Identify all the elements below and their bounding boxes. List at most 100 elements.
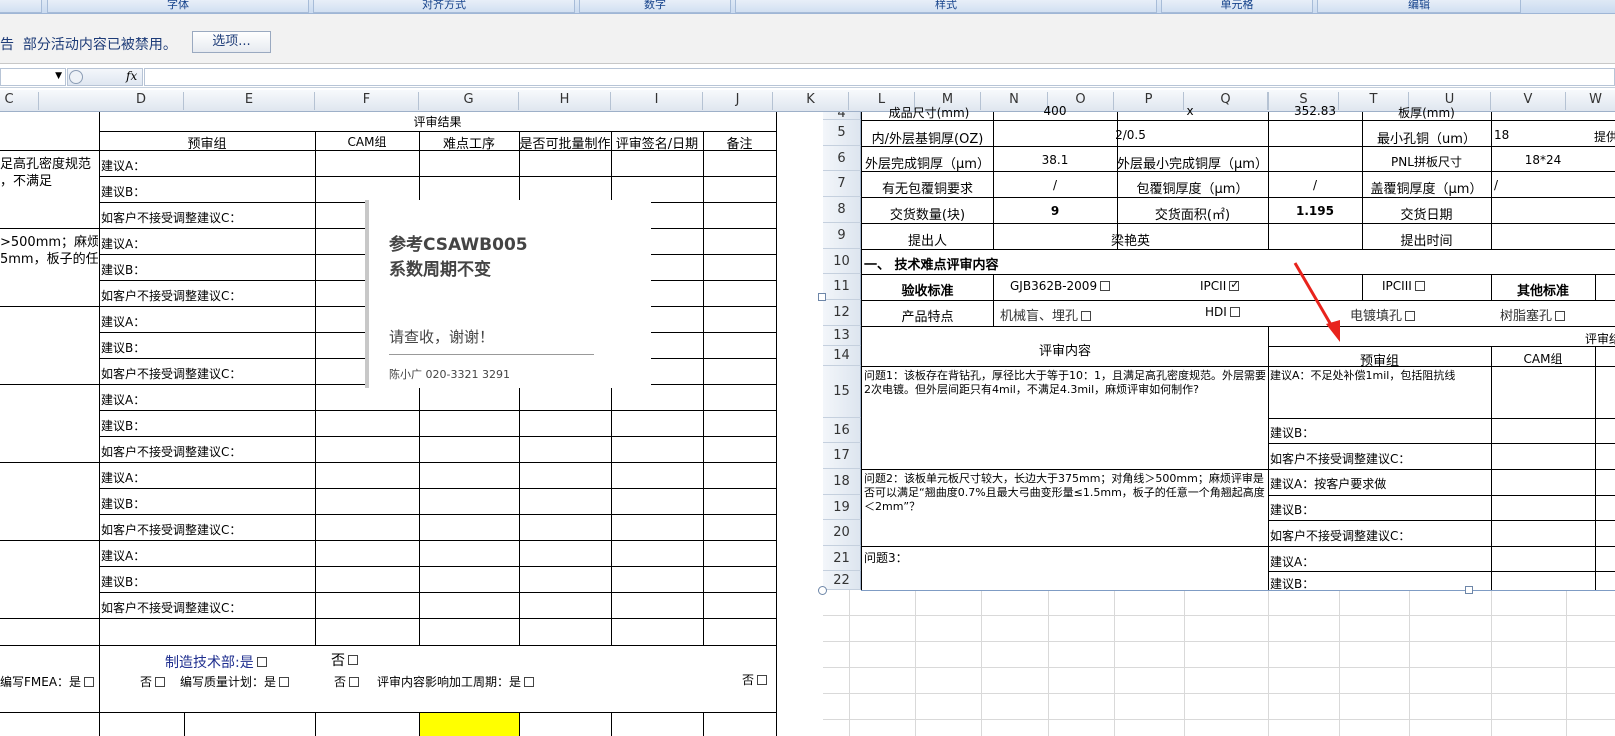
checkbox-ipcii[interactable] — [1229, 279, 1240, 291]
row-header[interactable]: 14 — [823, 346, 861, 366]
r12-opt1: 机械盲、埋孔 — [1000, 305, 1092, 324]
resize-handle[interactable] — [818, 586, 827, 595]
q1-suggestion-c: 如客户不接受调整建议C： — [1270, 452, 1411, 466]
options-button[interactable]: 选项... — [192, 31, 271, 53]
ribbon-group-font[interactable]: 字体 — [47, 0, 309, 13]
row-header[interactable]: 22 — [823, 571, 861, 590]
checkbox-gjb[interactable] — [1100, 280, 1111, 291]
checkbox-ipciii[interactable] — [1414, 280, 1425, 291]
r5-label2: 最小孔铜（um） — [1377, 132, 1476, 147]
fx-icon[interactable]: fx — [126, 69, 137, 83]
row-header[interactable]: 15 — [823, 366, 861, 418]
row-header[interactable]: 17 — [823, 443, 861, 469]
row-header[interactable]: 16 — [823, 418, 861, 443]
checkbox-qp-no[interactable] — [349, 676, 360, 687]
resize-handle[interactable] — [1465, 586, 1473, 594]
row-header[interactable]: 19 — [823, 495, 861, 520]
header-remarks: 备注 — [726, 137, 753, 152]
suggestion-c: 如客户不接受调整建议C： — [101, 601, 242, 615]
formula-controls: fx — [67, 68, 143, 86]
r7-label2: 包覆铜厚度（μm） — [1136, 182, 1249, 197]
q1-suggestion-b: 建议B： — [1270, 426, 1315, 440]
checkbox-via-fill[interactable] — [1405, 310, 1416, 321]
r8-label3: 交货日期 — [1400, 208, 1453, 223]
ribbon-group-cells[interactable]: 单元格 — [1161, 0, 1313, 13]
ribbon-group-alignment[interactable]: 对齐方式 — [313, 0, 575, 13]
col-header-i[interactable]: I — [611, 92, 703, 110]
chevron-down-icon[interactable]: ▼ — [55, 71, 62, 81]
checkbox-resin-plug[interactable] — [1555, 310, 1566, 321]
checkbox-mfg-no[interactable] — [348, 655, 358, 665]
row-header[interactable]: 4 — [823, 112, 861, 120]
ribbon-group-styles[interactable]: 样式 — [735, 0, 1157, 13]
re-no-label: 否 — [742, 671, 768, 688]
q3-suggestion-a: 建议A： — [1270, 555, 1315, 569]
row-header[interactable]: 20 — [823, 520, 861, 546]
checkbox-re-yes[interactable] — [524, 676, 535, 687]
row-header[interactable]: 11 — [823, 274, 861, 300]
r11-opt1: GJB362B-2009 — [1010, 279, 1111, 293]
ribbon-group-number[interactable]: 数字 — [579, 0, 731, 13]
resize-handle[interactable] — [818, 293, 826, 301]
red-arrow-icon — [1293, 262, 1340, 342]
checkbox-fmea-yes[interactable] — [84, 676, 95, 687]
formula-input[interactable] — [144, 68, 1615, 86]
note-line2: 系数周期不变 — [389, 260, 491, 280]
header-cam: CAM组 — [347, 135, 387, 149]
r6-label: 外层完成铜厚（μm） — [865, 157, 990, 172]
col-header-j[interactable]: J — [703, 92, 773, 110]
row-header[interactable]: 9 — [823, 223, 861, 249]
checkbox-fmea-no[interactable] — [155, 676, 166, 687]
row-header[interactable]: 6 — [823, 146, 861, 171]
formula-circle-icon[interactable] — [69, 70, 83, 84]
checkbox-blind-hole[interactable] — [1081, 310, 1092, 321]
col-header-f[interactable]: F — [315, 92, 419, 110]
row-header[interactable]: 18 — [823, 469, 861, 495]
col-header-k[interactable]: K — [773, 92, 849, 110]
col-header-d[interactable]: D — [99, 92, 184, 110]
checkbox-hdi[interactable] — [1229, 306, 1240, 317]
suggestion-b: 建议B： — [101, 575, 146, 589]
row-header[interactable]: 21 — [823, 546, 861, 571]
r6-label3: PNL拼板尺寸 — [1391, 155, 1462, 169]
checkbox-qp-yes[interactable] — [279, 676, 290, 687]
col-header-c[interactable]: C — [0, 92, 39, 110]
yellow-cell[interactable] — [420, 713, 519, 736]
ribbon-group-editing[interactable]: 编辑 — [1317, 0, 1521, 13]
r4-label2: 板厚(mm) — [1398, 106, 1455, 120]
row-header[interactable]: 10 — [823, 249, 861, 274]
name-box[interactable]: ▼ — [0, 68, 66, 86]
col-header-h[interactable]: H — [519, 92, 611, 110]
checkbox-re-no[interactable] — [757, 674, 768, 685]
r7-value: / — [1052, 178, 1058, 192]
header-pre-review: 预审组 — [187, 137, 227, 152]
col-header-g[interactable]: G — [419, 92, 519, 110]
col-header-w[interactable]: W — [1566, 92, 1615, 110]
suggestion-c: 如客户不接受调整建议C： — [101, 289, 242, 303]
r4-x: x — [1186, 104, 1194, 118]
col-header-e[interactable]: E — [184, 92, 315, 110]
col-header-v[interactable]: V — [1491, 92, 1566, 110]
row-header[interactable]: 13 — [823, 326, 861, 346]
note-line1: 参考CSAWB005 — [389, 235, 528, 255]
suggestion-b: 建议B： — [101, 341, 146, 355]
r6-label2: 外层最小完成铜厚（μm） — [1117, 157, 1268, 172]
note-divider — [389, 354, 594, 355]
r8-value: 9 — [1050, 204, 1060, 218]
r4-label: 成品尺寸(mm) — [888, 106, 970, 120]
suggestion-a: 建议A： — [101, 549, 146, 563]
r6-value3: 18*24 — [1524, 153, 1562, 167]
row-header[interactable]: 8 — [823, 197, 861, 223]
r5-label: 内/外层基铜厚(OZ) — [871, 132, 984, 147]
row-header[interactable]: 5 — [823, 120, 861, 146]
fmea-no-label: 否 — [140, 673, 166, 690]
comment-note[interactable]: 参考CSAWB005 系数周期不变 请查收，谢谢！ 陈小广 020-3321 3… — [365, 200, 651, 388]
row-header[interactable]: 7 — [823, 171, 861, 197]
checkbox-mfg-yes[interactable] — [256, 657, 267, 667]
q2-suggestion-a: 建议A：按客户要求做 — [1270, 477, 1387, 491]
note-signature: 陈小广 020-3321 3291 — [389, 368, 510, 381]
row-header[interactable]: 12 — [823, 300, 861, 326]
r7-value3: / — [1494, 178, 1499, 192]
ribbon-group-clipboard[interactable] — [0, 0, 42, 13]
r5-value2: 18 — [1494, 128, 1510, 142]
